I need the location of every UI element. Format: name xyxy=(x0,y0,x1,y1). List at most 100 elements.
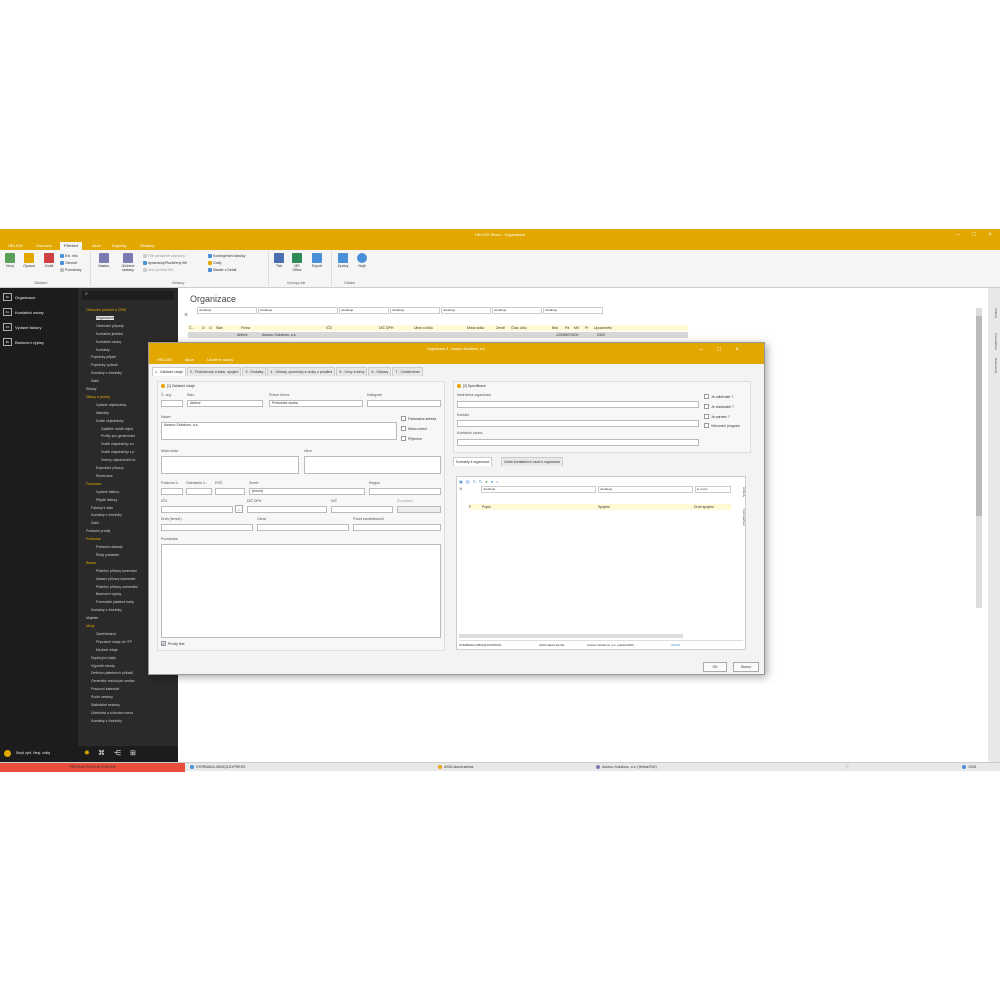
new-button[interactable]: Nový xyxy=(3,253,17,268)
ares-lookup-button[interactable]: ⌕ xyxy=(235,505,243,513)
tree-item[interactable]: Další xyxy=(91,379,99,383)
dynamic-filter-button[interactable]: dynamický/Rozšířený filtr xyxy=(143,261,187,265)
kontakt-field[interactable] xyxy=(457,420,699,427)
tree-item[interactable]: Platební příkazy tuzemské xyxy=(96,569,137,573)
menu-akce[interactable]: Akce xyxy=(88,242,105,250)
dialog-menu-ulozene[interactable]: Uložené názvy xyxy=(203,356,237,364)
je-odberatel-checkbox[interactable]: Je odběratel ? xyxy=(704,394,733,399)
subtab-kontakty[interactable]: Kontakty k organizaci xyxy=(453,457,493,466)
ext-info-button[interactable]: Ext. info xyxy=(60,254,78,258)
orientacni-field[interactable] xyxy=(186,488,212,495)
filter-cell[interactable]: obsahuje xyxy=(258,307,338,314)
tree-item[interactable]: Mzdy xyxy=(86,624,94,628)
je-dodavatel-checkbox[interactable]: Je dodavatel ? xyxy=(704,404,734,409)
tree-item[interactable]: Vydané faktury xyxy=(96,490,119,494)
find-button[interactable]: Najít xyxy=(355,253,369,268)
tree-item[interactable]: Došlé objednávky s p xyxy=(101,450,134,454)
tree-item[interactable]: Formuláře platební karty xyxy=(96,600,134,604)
maximize-icon[interactable]: □ xyxy=(970,231,978,239)
tab-podrobnosti[interactable]: 2 - Podrobnosti a bank. spojení xyxy=(187,367,242,376)
tree-item[interactable]: Expediční příkazy xyxy=(96,466,124,470)
tree-item[interactable]: Nabídky xyxy=(96,411,109,415)
tree-item[interactable]: Platební příkazy zahraniční xyxy=(96,585,138,589)
psc-field[interactable] xyxy=(215,488,245,495)
obrat-field[interactable] xyxy=(257,524,349,531)
tree-item[interactable]: Kontakty xyxy=(96,348,110,352)
tree-item[interactable]: Další xyxy=(91,521,99,525)
tree-item[interactable]: Definice platebních příkazů xyxy=(91,671,133,675)
status-blue-icon[interactable]: ● xyxy=(491,479,493,484)
hide-options-link[interactable]: Skrýt vyhl. Nezj. volby xyxy=(16,751,50,755)
tree-item[interactable]: Nákup a prodej xyxy=(86,395,110,399)
filter-marked-button[interactable]: Filtr označené záznamy xyxy=(143,254,185,258)
misto-urceni-checkbox[interactable]: Místo určení xyxy=(401,426,427,431)
tree-item[interactable]: Roční sestavy xyxy=(91,695,113,699)
tree-icon[interactable]: ⌘ xyxy=(98,749,105,757)
search-icon[interactable]: ⌕ xyxy=(496,479,498,484)
vernostni-program-checkbox[interactable]: Věrnostní program xyxy=(704,423,740,428)
kategorie-select[interactable] xyxy=(367,400,441,407)
close-icon[interactable]: × xyxy=(733,346,741,354)
filter-cell[interactable]: obsahuje xyxy=(339,307,389,314)
stav-select[interactable]: Aktivní xyxy=(187,400,263,407)
tree-item[interactable]: Kontakty z číselníky xyxy=(91,513,122,517)
menu-doplnky[interactable]: Doplňky xyxy=(108,242,130,250)
tree-item[interactable]: Účetnictví a účtování mezd xyxy=(91,711,133,715)
export-button[interactable]: Export xyxy=(309,253,325,268)
master-detail-button[interactable]: Master x Detail xyxy=(208,268,236,272)
settings-button[interactable]: Nastav. xyxy=(95,253,113,268)
tree-item[interactable]: Majetek xyxy=(86,616,98,620)
je-partner-checkbox[interactable]: Je partner ? xyxy=(704,414,730,419)
menu-helios[interactable]: HELIOS xyxy=(4,242,27,250)
dic-field[interactable] xyxy=(331,506,393,513)
menu-prehled[interactable]: Přehled xyxy=(60,242,82,250)
tree-item[interactable]: Došlé objednávky a c xyxy=(101,442,134,446)
tree-item[interactable]: Sklady xyxy=(86,387,97,391)
clear-filter-icon[interactable]: × xyxy=(459,487,463,493)
tree-item[interactable]: Obchodní případy xyxy=(96,324,124,328)
sub-filter-popis[interactable]: obsahuje xyxy=(481,486,596,493)
pravni-forma-select[interactable]: Právnická osoba xyxy=(269,400,363,407)
filter-cell[interactable]: obsahuje xyxy=(492,307,542,314)
tree-item[interactable]: Doplňující údaje xyxy=(91,656,116,660)
tree-item[interactable]: Profily pro generováni xyxy=(101,434,135,438)
sub-filter-spojeni[interactable]: obsahuje xyxy=(598,486,693,493)
tree-item[interactable]: Pokladní doklady xyxy=(96,545,123,549)
clear-filter-icon[interactable]: × xyxy=(184,312,188,319)
ms-office-button[interactable]: MS Office xyxy=(290,253,304,272)
ok-button[interactable]: OK xyxy=(703,662,727,672)
tree-item[interactable]: Rezervace xyxy=(96,474,113,478)
cislo-field[interactable] xyxy=(161,400,183,407)
tree-item[interactable]: Kontaktní jednání xyxy=(96,332,123,336)
table-row[interactable]: Aktivní Asseco Solutions, a.s. 1234567/0… xyxy=(188,332,688,338)
share-icon[interactable]: ⋲ xyxy=(114,749,121,757)
prosty-text-checkbox[interactable]: ✓ Prostý text xyxy=(161,641,185,646)
filter-cell[interactable]: obsahuje xyxy=(543,307,603,314)
tree-item[interactable]: Zajištění došlé objed xyxy=(101,427,133,431)
tree-item[interactable]: Poptávky přijaté xyxy=(91,355,116,359)
nav-item-kontaktni-osoby[interactable]: Ko Kontaktní osoby xyxy=(3,307,44,317)
tab-dodatky[interactable]: 3 - Dodatky xyxy=(242,367,267,376)
edit-row-icon[interactable]: ✎ xyxy=(473,479,476,484)
close-icon[interactable]: × xyxy=(986,231,994,239)
id-poslani-field[interactable] xyxy=(397,506,441,513)
tree-item[interactable]: Faktury k datu xyxy=(91,506,113,510)
edit-button[interactable]: Oprava xyxy=(21,253,37,268)
sub-side-formularove[interactable]: Formulářové xyxy=(738,509,746,526)
region-select[interactable] xyxy=(369,488,441,495)
tree-item[interactable]: Fakturace xyxy=(86,482,102,486)
minimize-icon[interactable]: – xyxy=(697,346,705,354)
sidebar-tab-atributy[interactable]: Atributy xyxy=(990,308,998,318)
sidebar-tab-dokumenty[interactable]: Dokumenty xyxy=(990,358,998,373)
tab-zakladni-udaje[interactable]: 1 - Základní údaje xyxy=(152,367,187,376)
notes-button[interactable]: Poznámky xyxy=(60,268,81,272)
tab-ceny[interactable]: 5 - Ceny a slevy xyxy=(336,367,368,376)
tree-item[interactable]: Přípravné údaje do ITP xyxy=(96,640,132,644)
poznamka-textarea[interactable] xyxy=(161,544,441,638)
nazev-field[interactable]: Asseco Solutions, a.s. xyxy=(161,422,397,440)
menu-domovni[interactable]: Domovní xyxy=(32,242,56,250)
tree-item[interactable]: Pracovní kalendář xyxy=(91,687,119,691)
vertical-scrollbar[interactable] xyxy=(976,308,982,608)
sidebar-tab-formularove[interactable]: Formulářové xyxy=(990,333,998,350)
messages-button[interactable]: Zprávy xyxy=(335,253,351,268)
